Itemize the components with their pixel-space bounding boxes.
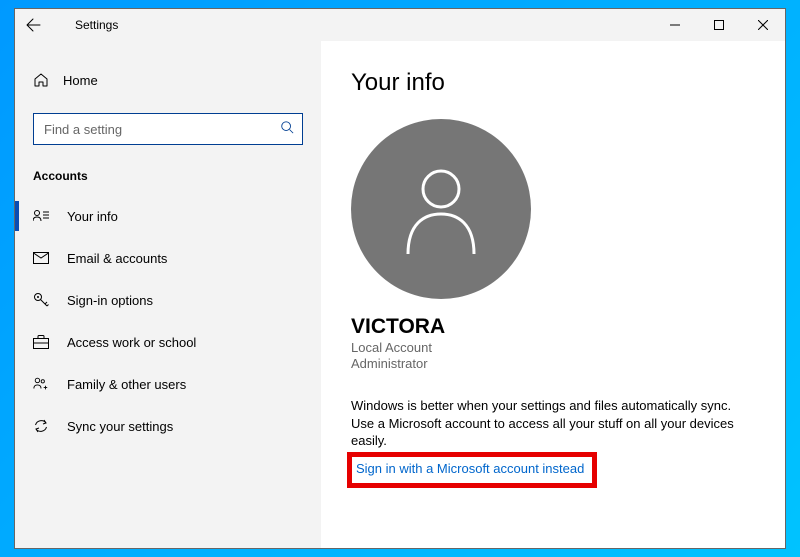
close-icon — [758, 20, 768, 30]
mail-icon — [33, 250, 49, 266]
sync-icon — [33, 418, 49, 434]
content: Home Accounts Your info Email & acco — [15, 41, 785, 548]
settings-window: Settings Home Account — [14, 8, 786, 549]
minimize-icon — [670, 20, 680, 30]
promo-text: Windows is better when your settings and… — [351, 397, 755, 450]
account-type: Local Account — [351, 340, 755, 355]
sidebar-item-sync-settings[interactable]: Sync your settings — [15, 405, 321, 447]
briefcase-icon — [33, 334, 49, 350]
key-icon — [33, 292, 49, 308]
sidebar: Home Accounts Your info Email & acco — [15, 41, 321, 548]
titlebar: Settings — [15, 9, 785, 41]
search-input[interactable] — [42, 121, 280, 138]
maximize-button[interactable] — [697, 9, 741, 41]
sidebar-item-your-info[interactable]: Your info — [15, 195, 321, 237]
people-plus-icon — [33, 376, 49, 392]
home-button[interactable]: Home — [15, 61, 321, 99]
page-title: Your info — [351, 69, 755, 97]
sidebar-item-family-users[interactable]: Family & other users — [15, 363, 321, 405]
minimize-button[interactable] — [653, 9, 697, 41]
sidebar-section-label: Accounts — [15, 169, 321, 183]
search-box[interactable] — [33, 113, 303, 145]
maximize-icon — [714, 20, 724, 30]
sidebar-item-label: Access work or school — [67, 335, 196, 350]
window-title: Settings — [51, 18, 118, 32]
highlight-box: Sign in with a Microsoft account instead — [347, 452, 597, 488]
avatar — [351, 119, 531, 299]
account-role: Administrator — [351, 356, 755, 371]
sidebar-item-label: Sync your settings — [67, 419, 173, 434]
main-panel: Your info VICTORA Local Account Administ… — [321, 41, 785, 548]
person-card-icon — [33, 208, 49, 224]
sidebar-item-email-accounts[interactable]: Email & accounts — [15, 237, 321, 279]
username: VICTORA — [351, 315, 755, 339]
search-icon — [280, 120, 294, 139]
home-icon — [33, 72, 49, 88]
sidebar-item-access-work-school[interactable]: Access work or school — [15, 321, 321, 363]
arrow-left-icon — [25, 17, 41, 33]
close-button[interactable] — [741, 9, 785, 41]
home-label: Home — [63, 73, 98, 88]
sidebar-item-label: Sign-in options — [67, 293, 153, 308]
back-button[interactable] — [15, 9, 51, 41]
person-icon — [396, 159, 486, 259]
signin-microsoft-link[interactable]: Sign in with a Microsoft account instead — [356, 461, 584, 476]
sidebar-item-label: Your info — [67, 209, 118, 224]
sidebar-item-label: Family & other users — [67, 377, 186, 392]
sidebar-item-label: Email & accounts — [67, 251, 167, 266]
sidebar-item-signin-options[interactable]: Sign-in options — [15, 279, 321, 321]
